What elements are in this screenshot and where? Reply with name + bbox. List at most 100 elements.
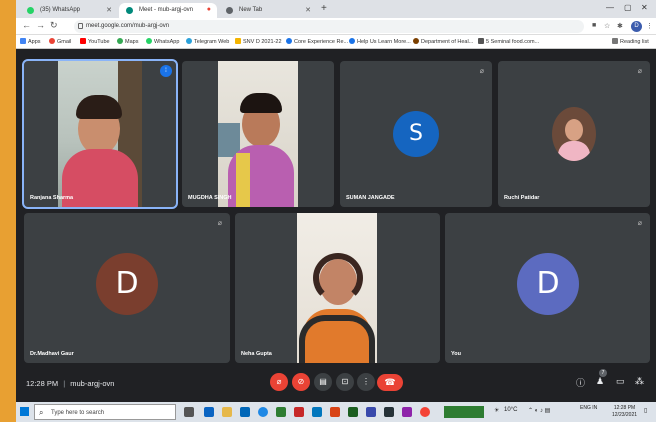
close-icon[interactable]: ● <box>207 6 211 13</box>
activities-icon[interactable]: ⁂ <box>635 376 644 387</box>
participant-tile[interactable]: Neha Gupta <box>235 213 440 363</box>
powerpoint-icon[interactable] <box>330 407 340 417</box>
more-options-button[interactable]: ⋮ <box>357 373 375 391</box>
apps-icon <box>20 38 26 44</box>
bookmark-label: WhatsApp <box>154 39 180 45</box>
chat-icon[interactable]: ▭ <box>616 376 625 387</box>
bookmark-label: Apps <box>28 39 41 45</box>
avatar: S <box>393 111 439 157</box>
menu-icon[interactable]: ⋮ <box>646 22 653 30</box>
bookmark-whatsapp[interactable]: WhatsApp <box>146 38 179 45</box>
system-tray-icons[interactable]: ⌃ ◐ ♪ ▤ <box>528 407 550 414</box>
bookmark-apps[interactable]: Apps <box>20 38 41 45</box>
meet-icon <box>126 7 133 14</box>
participant-name: You <box>451 351 461 357</box>
participant-tile[interactable]: ⌀ D Dr.Madhavi Gaur <box>24 213 230 363</box>
participant-tile[interactable]: ⌀ S SUMAN JANGADE <box>340 61 492 207</box>
extensions-icon[interactable]: ✱ <box>617 22 623 30</box>
bookmark-youtube[interactable]: YouTube <box>80 38 110 45</box>
tab-whatsapp[interactable]: (35) WhatsApp ✕ <box>20 3 118 18</box>
browser-icon[interactable] <box>258 407 268 417</box>
avatar-initial: S <box>409 121 423 146</box>
word-icon[interactable] <box>312 407 322 417</box>
avatar-initial: D <box>536 266 560 301</box>
chrome-icon[interactable] <box>420 407 430 417</box>
camera-icon[interactable]: ■ <box>592 22 596 29</box>
bookmark-label: YouTube <box>88 39 110 45</box>
avatar: D <box>517 253 579 315</box>
task-view-icon[interactable] <box>184 407 194 417</box>
meeting-code[interactable]: mub-argj-ovn <box>70 379 114 388</box>
participant-video <box>58 61 142 207</box>
address-bar[interactable]: meet.google.com/mub-argj-ovn <box>74 20 584 33</box>
lock-icon <box>78 23 83 29</box>
tab-new-tab[interactable]: New Tab ✕ <box>219 3 317 18</box>
bookmark-core-experience[interactable]: Core Experience Re... <box>286 38 348 45</box>
tab-meet[interactable]: Meet - mub-argj-ovn ● <box>119 3 217 18</box>
app-icon[interactable] <box>384 407 394 417</box>
temperature[interactable]: 10°C <box>504 407 517 413</box>
info-icon[interactable]: ⓘ <box>576 376 585 389</box>
app-thumbnail-icon[interactable] <box>444 406 484 418</box>
mic-off-icon: ⌀ <box>637 68 642 75</box>
taskbar-clock[interactable]: 12:28 PM 12/23/2021 <box>612 405 637 419</box>
participant-tile[interactable]: MUGDHA SINGH <box>182 61 334 207</box>
speaking-icon: ⁞ <box>160 65 172 77</box>
bookmark-help-us[interactable]: Help Us Learn More... <box>349 38 411 45</box>
mic-off-button[interactable]: ⌀ <box>270 373 288 391</box>
people-icon[interactable]: ♟ <box>596 376 604 387</box>
weather-icon[interactable]: ☀ <box>494 407 499 414</box>
maximize-icon[interactable]: ▢ <box>624 3 632 12</box>
participant-tile[interactable]: ⌀ D You <box>445 213 650 363</box>
participant-video <box>218 61 298 207</box>
bookmark-label: Help Us Learn More... <box>357 39 411 45</box>
file-explorer-icon[interactable] <box>222 407 232 417</box>
avatar <box>552 107 596 161</box>
tab-label: Meet - mub-argj-ovn <box>139 7 194 13</box>
bookmark-label: SNV D 2021-22 <box>243 39 282 45</box>
search-icon: ⌕ <box>39 408 44 417</box>
language-indicator[interactable]: ENG IN <box>580 405 600 411</box>
minimize-icon[interactable]: — <box>606 3 614 12</box>
windows-start-icon[interactable] <box>20 407 29 416</box>
participant-tile[interactable]: ⁞ Ranjana Sharma <box>22 59 178 209</box>
app-icon[interactable] <box>402 407 412 417</box>
mail-icon[interactable] <box>366 407 376 417</box>
store-icon[interactable] <box>240 407 250 417</box>
app-icon[interactable] <box>294 407 304 417</box>
bookmark-snvd[interactable]: SNV D 2021-22 <box>235 38 282 45</box>
camera-off-button[interactable]: ⊘ <box>292 373 310 391</box>
back-icon[interactable]: ← <box>22 20 31 30</box>
new-tab-button[interactable]: + <box>321 3 327 14</box>
notification-icon[interactable]: ▯ <box>644 407 647 414</box>
bookmark-gmail[interactable]: Gmail <box>49 38 71 45</box>
bookmark-seminal[interactable]: 5 Seminal food.com... <box>478 38 539 45</box>
bookmark-department[interactable]: Department of Heal... <box>413 38 473 45</box>
excel-icon[interactable] <box>348 407 358 417</box>
taskbar-search-input[interactable]: ⌕ Type here to search <box>34 404 176 420</box>
edge-icon[interactable] <box>204 407 214 417</box>
captions-button[interactable]: ▤ <box>314 373 332 391</box>
present-button[interactable]: ⊡ <box>336 373 354 391</box>
avatar: D <box>96 253 158 315</box>
participant-name: Ruchi Patidar <box>504 195 540 201</box>
close-icon[interactable]: ✕ <box>305 6 311 14</box>
bookmark-telegram[interactable]: Telegram Web <box>186 38 229 45</box>
app-icon[interactable] <box>276 407 286 417</box>
bookmark-maps[interactable]: Maps <box>117 38 138 45</box>
reading-list-icon <box>612 38 618 44</box>
close-window-icon[interactable]: ✕ <box>641 3 648 12</box>
star-icon[interactable]: ☆ <box>604 22 610 30</box>
reload-icon[interactable]: ↻ <box>50 20 58 31</box>
reading-list[interactable]: Reading list <box>612 38 649 45</box>
taskbar: ⌕ Type here to search ☀ 10°C ⌃ ◐ ♪ ▤ ENG… <box>16 402 656 422</box>
end-call-button[interactable]: ☎ <box>377 374 403 391</box>
participant-tile[interactable]: ⌀ Ruchi Patidar <box>498 61 650 207</box>
mic-off-icon: ⌀ <box>637 220 642 227</box>
whatsapp-icon <box>27 7 34 14</box>
seal-icon <box>413 38 419 44</box>
close-icon[interactable]: ✕ <box>106 6 112 14</box>
avatar[interactable]: D <box>631 21 642 32</box>
forward-icon[interactable]: → <box>36 20 45 30</box>
participant-video <box>297 213 377 363</box>
